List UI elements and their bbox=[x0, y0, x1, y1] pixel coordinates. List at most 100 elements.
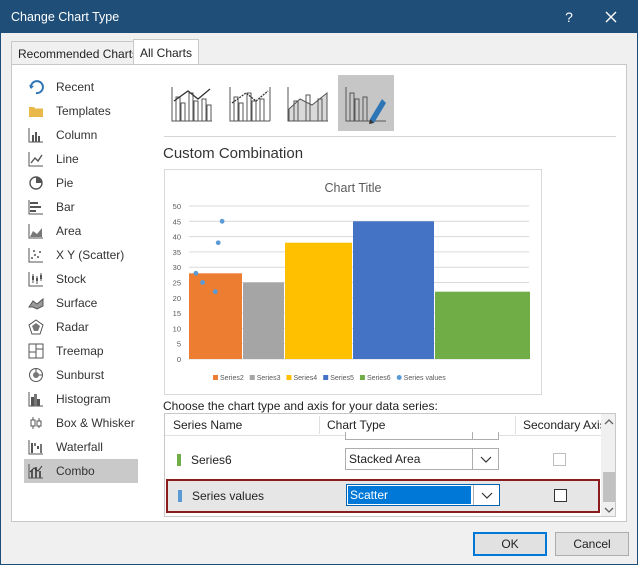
column-header-series-name: Series Name bbox=[173, 418, 243, 432]
subtype-custom-combination[interactable] bbox=[338, 75, 394, 131]
sidebar-item-label: Bar bbox=[56, 200, 75, 214]
legend-swatch bbox=[359, 375, 365, 380]
close-icon bbox=[605, 11, 617, 23]
waterfall-chart-icon bbox=[28, 440, 43, 455]
bar-series6 bbox=[435, 291, 530, 359]
subtype-stacked-area-clustered-column[interactable] bbox=[280, 75, 336, 131]
pie-chart-icon bbox=[29, 176, 43, 190]
sidebar-item-pie[interactable]: Pie bbox=[24, 171, 138, 195]
sidebar-item-treemap[interactable]: Treemap bbox=[24, 339, 138, 363]
combo-chart-preview: Chart Title 0 5 10 15 20 25 30 35 40 45 50 Series2 S… bbox=[173, 181, 530, 382]
section-title: Custom Combination bbox=[163, 145, 304, 162]
sunburst-chart-icon bbox=[29, 368, 43, 382]
secondary-axis-checkbox[interactable] bbox=[554, 489, 567, 502]
subtype-clustered-column-line-secondary-axis[interactable] bbox=[222, 75, 278, 131]
scroll-down-button[interactable] bbox=[601, 502, 615, 516]
legend-label: Series5 bbox=[330, 375, 354, 382]
sidebar-item-waterfall[interactable]: Waterfall bbox=[24, 435, 138, 459]
sidebar-item-label: Pie bbox=[56, 176, 74, 190]
change-chart-type-dialog: Change Chart Type ? Recommended Charts A… bbox=[0, 0, 638, 565]
y-tick-label: 5 bbox=[177, 340, 181, 349]
legend-swatch bbox=[249, 375, 255, 380]
legend-label: Series4 bbox=[293, 375, 317, 382]
clustered-column-line-icon bbox=[171, 87, 212, 122]
bar-series4 bbox=[285, 242, 352, 359]
sidebar-item-label: Radar bbox=[56, 320, 89, 334]
sidebar-item-combo[interactable]: Combo bbox=[24, 459, 138, 483]
sidebar-item-column[interactable]: Column bbox=[24, 123, 138, 147]
sidebar-item-surface[interactable]: Surface bbox=[24, 291, 138, 315]
bar-series3 bbox=[243, 282, 284, 359]
y-tick-label: 40 bbox=[173, 233, 181, 242]
scatter-point bbox=[215, 240, 221, 246]
sidebar-item-sunburst[interactable]: Sunburst bbox=[24, 363, 138, 387]
sidebar-item-radar[interactable]: Radar bbox=[24, 315, 138, 339]
cancel-button[interactable]: Cancel bbox=[555, 532, 629, 556]
sidebar-item-line[interactable]: Line bbox=[24, 147, 138, 171]
scrollbar-thumb[interactable] bbox=[603, 472, 615, 502]
help-button[interactable]: ? bbox=[557, 7, 581, 27]
line-chart-icon bbox=[28, 152, 43, 167]
ok-button[interactable]: OK bbox=[473, 532, 547, 556]
legend-swatch bbox=[213, 375, 218, 380]
subtype-clustered-column-line[interactable] bbox=[164, 75, 220, 131]
dialog-title: Change Chart Type bbox=[11, 10, 120, 24]
sidebar-item-label: X Y (Scatter) bbox=[56, 248, 125, 262]
sidebar-item-templates[interactable]: Templates bbox=[24, 99, 138, 123]
arrow-down-icon bbox=[604, 507, 614, 513]
chart-type-dropdown-partial[interactable] bbox=[345, 432, 499, 440]
scatter-point bbox=[193, 270, 199, 276]
chart-type-list: Recent Templates Column Line Pie Bar Are… bbox=[24, 75, 142, 483]
sidebar-item-label: Column bbox=[56, 128, 98, 142]
chart-title: Chart Title bbox=[325, 181, 382, 195]
chart-type-dropdown[interactable]: Scatter bbox=[346, 484, 500, 506]
combo-chart-icon bbox=[28, 464, 43, 479]
sidebar-item-xy-scatter[interactable]: X Y (Scatter) bbox=[24, 243, 138, 267]
dropdown-arrow bbox=[472, 432, 498, 439]
stock-chart-icon bbox=[28, 272, 43, 287]
sidebar-item-area[interactable]: Area bbox=[24, 219, 138, 243]
series-color-swatch bbox=[178, 490, 182, 502]
sidebar-item-label: Recent bbox=[56, 80, 95, 94]
sidebar-item-label: Sunburst bbox=[56, 368, 105, 382]
custom-combination-icon bbox=[345, 87, 386, 124]
legend-swatch bbox=[323, 375, 329, 380]
dropdown-arrow-button[interactable] bbox=[473, 485, 499, 505]
dropdown-arrow-button[interactable] bbox=[472, 449, 498, 469]
title-bar: Change Chart Type ? bbox=[1, 1, 637, 33]
sidebar-item-recent[interactable]: Recent bbox=[24, 75, 138, 99]
box-whisker-chart-icon bbox=[30, 417, 42, 429]
vertical-scrollbar[interactable] bbox=[601, 414, 615, 516]
legend-label: Series6 bbox=[367, 375, 391, 382]
series-table: Series Name Chart Type Secondary Axis Se… bbox=[164, 413, 616, 517]
chart-type-dropdown[interactable]: Stacked Area bbox=[345, 448, 499, 470]
y-tick-label: 30 bbox=[173, 263, 181, 272]
column-header-chart-type: Chart Type bbox=[327, 418, 386, 432]
sidebar-item-label: Treemap bbox=[56, 344, 104, 358]
radar-chart-icon bbox=[28, 319, 44, 335]
scatter-point bbox=[219, 218, 225, 224]
sidebar-item-stock[interactable]: Stock bbox=[24, 267, 138, 291]
series-prompt: Choose the chart type and axis for your … bbox=[163, 399, 438, 413]
y-tick-label: 45 bbox=[173, 217, 181, 226]
recent-icon bbox=[29, 80, 44, 95]
sidebar-item-label: Histogram bbox=[56, 392, 111, 406]
tab-all-charts[interactable]: All Charts bbox=[133, 39, 199, 66]
legend-label: Series2 bbox=[220, 375, 244, 382]
close-button[interactable] bbox=[599, 7, 623, 27]
sidebar-item-histogram[interactable]: Histogram bbox=[24, 387, 138, 411]
sidebar-item-box-whisker[interactable]: Box & Whisker bbox=[24, 411, 138, 435]
scroll-up-button[interactable] bbox=[601, 414, 615, 430]
sidebar-item-bar[interactable]: Bar bbox=[24, 195, 138, 219]
scatter-chart-icon bbox=[28, 248, 43, 263]
area-chart-icon bbox=[28, 224, 43, 239]
series-color-swatch bbox=[177, 454, 181, 466]
sidebar-item-label: Area bbox=[56, 224, 82, 238]
series-name: Series6 bbox=[191, 453, 232, 467]
chevron-down-icon bbox=[480, 456, 492, 463]
surface-chart-icon bbox=[28, 297, 44, 310]
arrow-up-icon bbox=[604, 419, 614, 425]
secondary-axis-checkbox[interactable] bbox=[553, 453, 566, 466]
column-header-secondary-axis: Secondary Axis bbox=[523, 418, 601, 432]
tab-recommended-charts[interactable]: Recommended Charts bbox=[11, 41, 138, 65]
